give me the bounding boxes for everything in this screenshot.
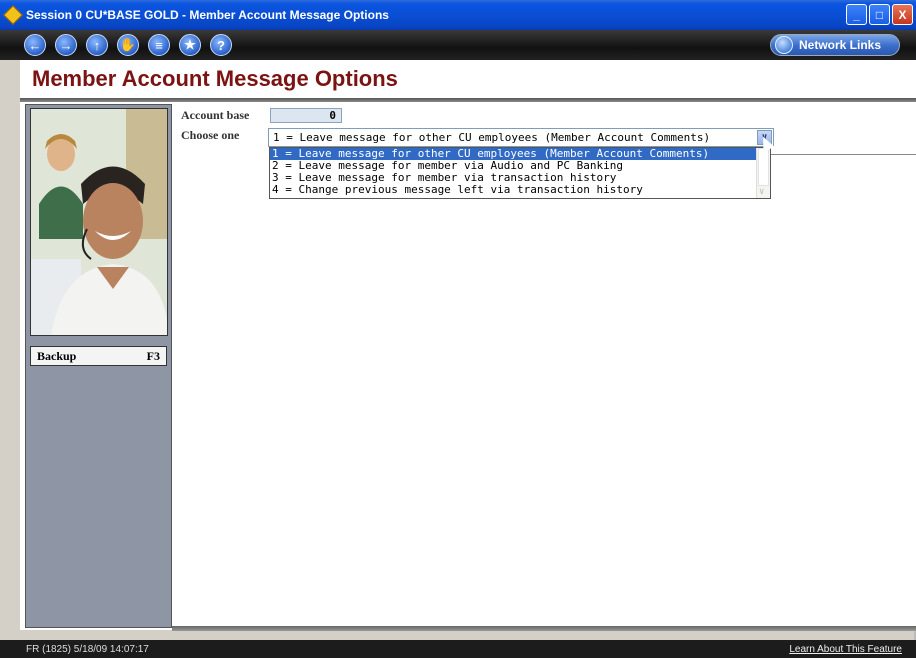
choose-one-label: Choose one bbox=[181, 128, 240, 142]
status-session-info: FR (1825) 5/18/09 14:07:17 bbox=[26, 643, 149, 655]
dropdown-option[interactable]: 1 = Leave message for other CU employees… bbox=[270, 148, 756, 160]
title-divider bbox=[20, 98, 916, 102]
learn-about-feature-link[interactable]: Learn About This Feature bbox=[789, 644, 902, 655]
status-bar: FR (1825) 5/18/09 14:07:17 Learn About T… bbox=[0, 640, 916, 658]
bottom-divider bbox=[172, 626, 916, 631]
left-frame bbox=[0, 60, 20, 640]
backup-label: Backup bbox=[37, 348, 77, 363]
back-arrow-icon[interactable]: ← bbox=[24, 34, 46, 56]
backup-button[interactable]: Backup F3 bbox=[30, 346, 167, 366]
dropdown-option[interactable]: 4 = Change previous message left via tra… bbox=[270, 184, 756, 196]
network-links-button[interactable]: Network Links bbox=[770, 34, 900, 56]
backup-hotkey: F3 bbox=[146, 348, 160, 363]
stop-hand-icon[interactable]: ✋ bbox=[117, 34, 139, 56]
dropdown-option[interactable]: 3 = Leave message for member via transac… bbox=[270, 172, 756, 184]
photo-illustration bbox=[31, 109, 167, 335]
navigation-toolbar: ← → ↑ ✋ ≡ ★ ? Network Links bbox=[0, 30, 916, 60]
up-arrow-icon[interactable]: ↑ bbox=[86, 34, 108, 56]
window-controls: _ □ X bbox=[846, 4, 913, 25]
forward-arrow-icon[interactable]: → bbox=[55, 34, 77, 56]
help-question-icon[interactable]: ? bbox=[210, 34, 232, 56]
app-diamond-icon bbox=[3, 5, 23, 25]
close-button[interactable]: X bbox=[892, 4, 913, 25]
favorites-star-icon[interactable]: ★ bbox=[179, 34, 201, 56]
window-titlebar: Session 0 CU*BASE GOLD - Member Account … bbox=[0, 0, 916, 30]
dropdown-option[interactable]: 2 = Leave message for member via Audio a… bbox=[270, 160, 756, 172]
maximize-button[interactable]: □ bbox=[869, 4, 890, 25]
account-base-label: Account base bbox=[181, 108, 250, 122]
page-title: Member Account Message Options bbox=[32, 66, 398, 91]
scroll-down-icon[interactable]: ∨ bbox=[759, 187, 764, 197]
choose-one-selected: 1 = Leave message for other CU employees… bbox=[273, 131, 711, 144]
choose-one-dropdown: 1 = Leave message for other CU employees… bbox=[269, 147, 771, 199]
separator-line bbox=[770, 154, 916, 155]
sidebar: Backup F3 bbox=[25, 104, 172, 628]
dropdown-scrollbar[interactable]: ∨ bbox=[756, 148, 770, 198]
operator-photo bbox=[30, 108, 168, 336]
scrollbar-thumb[interactable] bbox=[758, 148, 769, 186]
print-icon[interactable]: ≡ bbox=[148, 34, 170, 56]
globe-icon bbox=[775, 36, 793, 54]
network-links-label: Network Links bbox=[799, 38, 882, 52]
account-base-input[interactable]: 0 bbox=[270, 108, 342, 123]
choose-one-select[interactable]: 1 = Leave message for other CU employees… bbox=[268, 128, 774, 147]
window-title: Session 0 CU*BASE GOLD - Member Account … bbox=[26, 8, 389, 22]
minimize-button[interactable]: _ bbox=[846, 4, 867, 25]
